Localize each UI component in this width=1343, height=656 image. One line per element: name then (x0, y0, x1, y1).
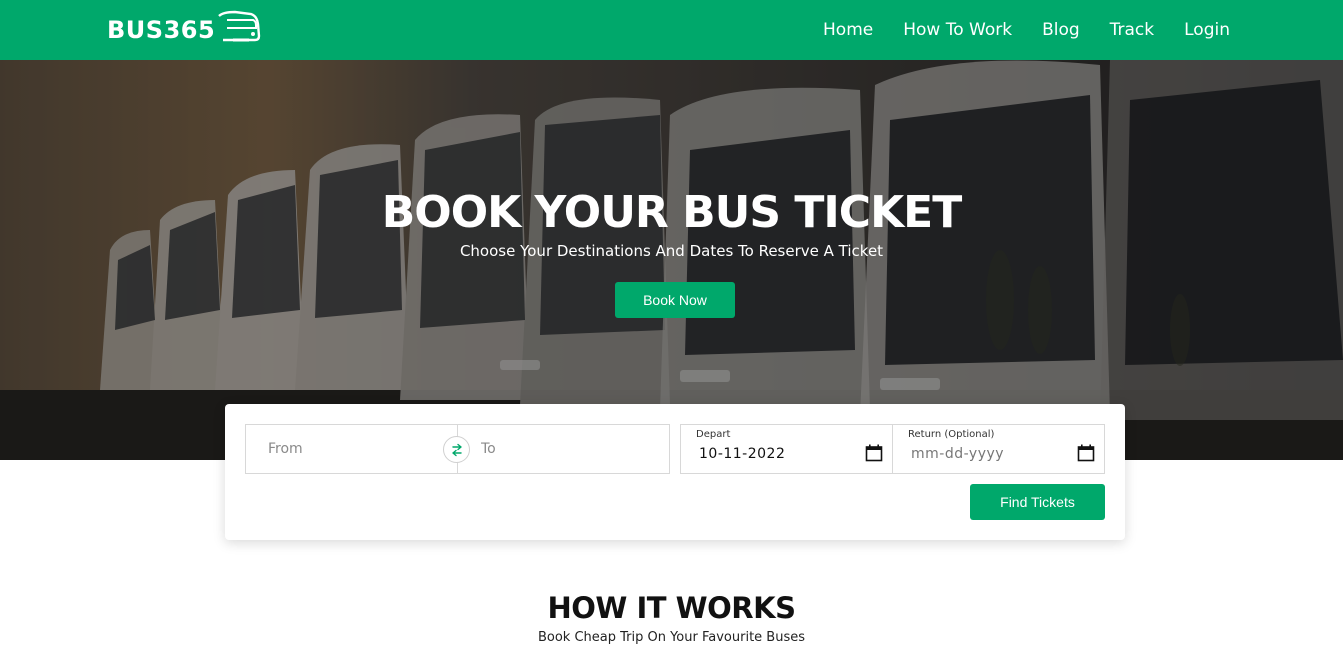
hero-title: BOOK YOUR BUS TICKET (381, 187, 963, 238)
brand-logo[interactable]: BUS365 (107, 10, 261, 48)
ticket-search-form: Depart 10-11-2022 Return (Optional) mm-d… (225, 404, 1125, 540)
top-navbar: BUS365 Home How To Work Blog Track Login (0, 0, 1343, 60)
nav-home-link[interactable]: Home (823, 20, 873, 40)
brand-name: BUS365 (107, 16, 216, 44)
depart-date-value[interactable]: 10-11-2022 (699, 446, 785, 462)
find-tickets-button[interactable]: Find Tickets (970, 484, 1105, 520)
return-date-value[interactable]: mm-dd-yyyy (911, 446, 1004, 462)
to-input[interactable] (458, 425, 669, 473)
from-input[interactable] (246, 425, 457, 473)
calendar-icon[interactable] (1077, 444, 1095, 462)
nav-login-link[interactable]: Login (1184, 20, 1230, 40)
how-it-works-subtitle: Book Cheap Trip On Your Favourite Buses (537, 630, 806, 645)
hero-overlay (0, 60, 1343, 460)
nav-how-to-work-link[interactable]: How To Work (903, 20, 1012, 40)
how-it-works-title: HOW IT WORKS (547, 591, 796, 625)
bus-icon (218, 10, 261, 42)
hero-subtitle: Choose Your Destinations And Dates To Re… (459, 242, 884, 260)
swap-locations-button[interactable] (443, 436, 470, 463)
nav-menu: Home How To Work Blog Track Login (793, 0, 1230, 60)
nav-blog-link[interactable]: Blog (1042, 20, 1080, 40)
to-field (457, 424, 670, 474)
swap-arrows-icon (451, 443, 462, 456)
depart-label: Depart (696, 429, 731, 440)
return-date-field[interactable]: Return (Optional) mm-dd-yyyy (892, 424, 1105, 474)
depart-date-field[interactable]: Depart 10-11-2022 (680, 424, 893, 474)
from-field (245, 424, 457, 474)
hero-banner: BOOK YOUR BUS TICKET Choose Your Destina… (0, 60, 1343, 460)
nav-track-link[interactable]: Track (1110, 20, 1154, 40)
calendar-icon[interactable] (865, 444, 883, 462)
book-now-button[interactable]: Book Now (615, 282, 735, 318)
return-label: Return (Optional) (908, 429, 995, 440)
